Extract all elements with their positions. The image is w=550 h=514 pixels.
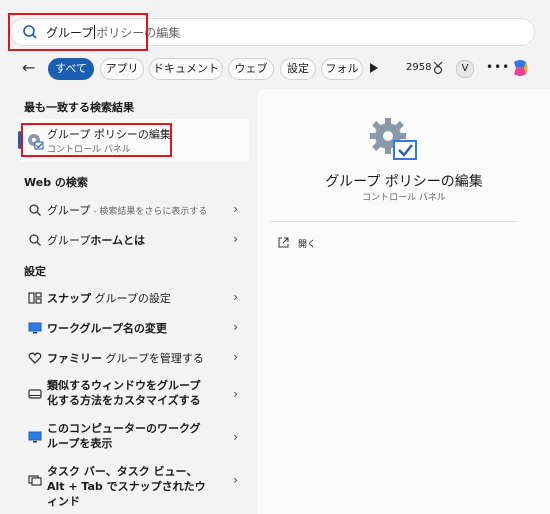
web-result-row[interactable]: グループ - 検索結果をさらに表示する ›	[20, 198, 248, 222]
chevron-right-icon: ›	[233, 202, 238, 216]
settings-label-bold: ファミリー	[47, 352, 102, 365]
settings-label-bold: このコンピューターのワークグループを表示	[47, 422, 201, 450]
settings-label-bold: 類似するウィンドウをグループ化する方法をカスタマイズする	[47, 379, 201, 407]
settings-row-family[interactable]: ファミリー グループを管理する ›	[20, 346, 248, 370]
settings-row-snap-taskbar[interactable]: タスク バー、タスク ビュー、Alt + Tab でスナップされたウィンド ›	[20, 464, 248, 508]
computer-icon	[28, 431, 42, 443]
best-match-heading: 最も一致する検索結果	[24, 101, 134, 114]
search-icon	[29, 234, 41, 246]
snap-layout-icon	[28, 292, 42, 304]
chevron-right-icon: ›	[233, 473, 238, 487]
open-action[interactable]: 開く	[298, 237, 316, 250]
filter-settings[interactable]: 設定	[280, 58, 316, 80]
detail-title: グループ ポリシーの編集	[325, 174, 483, 190]
settings-label-bold: タスク バー、タスク ビュー、Alt + Tab でスナップされたウィンド	[47, 465, 206, 508]
settings-label-bold: スナップ	[47, 292, 91, 305]
web-result-label: グループ	[47, 234, 91, 247]
snap-window-icon	[28, 475, 42, 486]
divider	[270, 221, 518, 222]
settings-label: グループを管理する	[102, 352, 204, 365]
web-search-heading: Web の検索	[24, 176, 88, 189]
medal-icon[interactable]	[432, 61, 444, 75]
web-result-row[interactable]: グループホームとは ›	[20, 228, 248, 252]
chevron-right-icon: ›	[233, 320, 238, 334]
detail-subtitle: コントロール パネル	[362, 193, 446, 203]
web-result-hint: - 検索結果をさらに表示する	[90, 207, 208, 217]
scroll-right-icon[interactable]	[370, 63, 378, 73]
settings-row-workgroup-rename[interactable]: ワークグループ名の変更 ›	[20, 316, 248, 340]
family-heart-icon	[28, 352, 42, 364]
settings-row-workgroup-view[interactable]: このコンピューターのワークグループを表示 ›	[20, 421, 248, 453]
web-result-label-bold: ホームとは	[90, 234, 146, 247]
chevron-right-icon: ›	[233, 232, 238, 246]
filter-web[interactable]: ウェブ	[228, 58, 274, 80]
rewards-points: 2958	[406, 62, 432, 73]
settings-heading: 設定	[24, 265, 46, 278]
open-external-icon[interactable]	[278, 237, 289, 248]
chevron-right-icon: ›	[233, 430, 238, 444]
copilot-icon[interactable]	[510, 58, 530, 78]
filter-apps[interactable]: アプリ	[100, 58, 144, 80]
chevron-right-icon: ›	[233, 350, 238, 364]
taskbar-icon	[28, 389, 42, 399]
chevron-right-icon: ›	[233, 387, 238, 401]
filter-all[interactable]: すべて	[48, 58, 94, 80]
settings-row-window-grouping[interactable]: 類似するウィンドウをグループ化する方法をカスタマイズする ›	[20, 378, 248, 410]
best-match-highlight-box	[21, 123, 172, 157]
avatar[interactable]: V	[456, 60, 474, 78]
computer-icon	[28, 322, 42, 334]
filter-folders[interactable]: フォル	[321, 58, 363, 80]
search-highlight-box	[8, 13, 148, 51]
settings-label: グループの設定	[91, 292, 171, 305]
web-result-label: グループ	[47, 204, 91, 217]
more-icon[interactable]: •••	[486, 60, 510, 74]
filter-documents[interactable]: ドキュメント	[149, 58, 223, 80]
back-arrow-icon[interactable]: ←	[22, 59, 42, 77]
group-policy-icon	[370, 118, 417, 160]
search-icon	[29, 204, 41, 216]
settings-row-snap-groups[interactable]: スナップ グループの設定 ›	[20, 286, 248, 310]
chevron-right-icon: ›	[233, 290, 238, 304]
settings-label-bold: ワークグループ名の変更	[47, 322, 167, 335]
